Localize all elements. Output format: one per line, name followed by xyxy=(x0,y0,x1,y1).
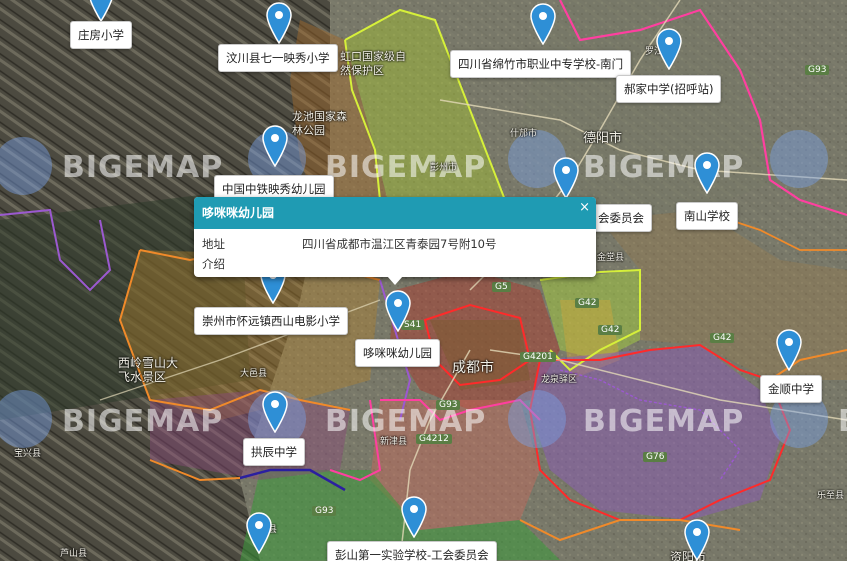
marker-label-wenchuan[interactable]: 汶川县七一映秀小学 xyxy=(218,44,338,72)
watermark: BIGEMAP xyxy=(325,150,487,185)
map-label-xinjin: 新津县 xyxy=(380,437,408,447)
highway-shield: G76 xyxy=(643,452,668,462)
popup-title: 哆咪咪幼儿园 xyxy=(194,197,596,229)
marker-label-haojia[interactable]: 郝家中学(招呼站) xyxy=(616,75,722,103)
marker-label-gongchen[interactable]: 拱辰中学 xyxy=(243,438,305,466)
map-marker-pin-icon[interactable] xyxy=(262,125,288,167)
marker-label-chongzhou[interactable]: 崇州市怀远镇西山电影小学 xyxy=(194,307,348,335)
map-marker-pin-icon[interactable] xyxy=(553,157,579,199)
map-label-pengzhou: 彭州市 xyxy=(430,163,458,173)
highway-shield: G93 xyxy=(805,65,830,75)
map-marker-pin-icon[interactable] xyxy=(776,329,802,371)
highway-shield: G4201 xyxy=(520,352,556,362)
highway-shield: G93 xyxy=(436,400,461,410)
highway-shield: G42 xyxy=(598,325,623,335)
map-marker-pin-icon[interactable] xyxy=(684,519,710,561)
map-label-xiling: 西岭雪山大飞水景区 xyxy=(118,356,179,384)
map-marker-pin-icon[interactable] xyxy=(88,0,114,22)
map-label-deyang: 德阳市 xyxy=(583,131,623,146)
highway-shield: G42 xyxy=(575,298,600,308)
marker-label-pengshan[interactable]: 彭山第一实验学校-工会委员会 xyxy=(327,541,497,561)
map-canvas[interactable]: BIGEMAP BIGEMAP BIGEMAP BIGEMAP BIGEMAP … xyxy=(0,0,847,561)
marker-label-zhuangfang[interactable]: 庄房小学 xyxy=(70,21,132,49)
map-label-longquan: 龙泉驿区 xyxy=(541,375,578,385)
highway-shield: G4212 xyxy=(416,434,452,444)
watermark: BIGEMAP xyxy=(62,150,224,185)
watermark-logo-icon xyxy=(508,390,566,448)
map-marker-pin-icon[interactable] xyxy=(262,391,288,433)
popup-intro-label: 介绍 xyxy=(202,257,225,271)
marker-label-weiyuanhui[interactable]: 会委员会 xyxy=(590,204,652,232)
highway-shield: G5 xyxy=(492,282,511,292)
close-icon[interactable]: × xyxy=(579,200,590,215)
popup-address-label: 地址 xyxy=(202,237,225,251)
map-label-chengdu: 成都市 xyxy=(452,360,494,376)
map-label-dayi: 大邑县 xyxy=(240,369,268,379)
highway-shield: G42 xyxy=(710,333,735,343)
map-marker-pin-icon[interactable] xyxy=(246,512,272,554)
watermark: BIGEMAP xyxy=(583,404,745,439)
popup-pointer xyxy=(387,276,403,285)
marker-label-mianzhu[interactable]: 四川省绵竹市职业中专学校-南门 xyxy=(450,50,632,78)
marker-label-duolaimi[interactable]: 哆咪咪幼儿园 xyxy=(355,339,440,367)
watermark: BIGEMAP xyxy=(583,150,745,185)
map-marker-pin-icon[interactable] xyxy=(385,290,411,332)
watermark: BIGEMAP xyxy=(838,404,847,439)
map-label-lezhi: 乐至县 xyxy=(817,491,845,501)
marker-label-nanshan[interactable]: 南山学校 xyxy=(676,202,738,230)
map-label-jintang: 金堂县 xyxy=(597,253,625,263)
popup-address-value: 四川省成都市温江区青泰园7号附10号 xyxy=(302,237,497,251)
map-label-hongkou: 虹口国家级自然保护区 xyxy=(340,50,406,77)
map-marker-pin-icon[interactable] xyxy=(401,496,427,538)
info-popup: 哆咪咪幼儿园 × 地址 四川省成都市温江区青泰园7号附10号 介绍 xyxy=(194,197,596,285)
map-label-longchi: 龙池国家森林公园 xyxy=(292,110,347,137)
marker-label-jinshun[interactable]: 金顺中学 xyxy=(760,375,822,403)
map-marker-pin-icon[interactable] xyxy=(266,2,292,44)
map-label-lushan: 芦山县 xyxy=(60,549,88,559)
watermark: BIGEMAP xyxy=(62,404,224,439)
map-marker-pin-icon[interactable] xyxy=(530,3,556,45)
map-label-baoxing: 宝兴县 xyxy=(14,449,42,459)
highway-shield: G93 xyxy=(312,506,337,516)
map-marker-pin-icon[interactable] xyxy=(656,28,682,70)
watermark-logo-icon xyxy=(770,130,828,188)
map-marker-pin-icon[interactable] xyxy=(694,152,720,194)
map-label-shifang: 什邡市 xyxy=(510,129,538,139)
